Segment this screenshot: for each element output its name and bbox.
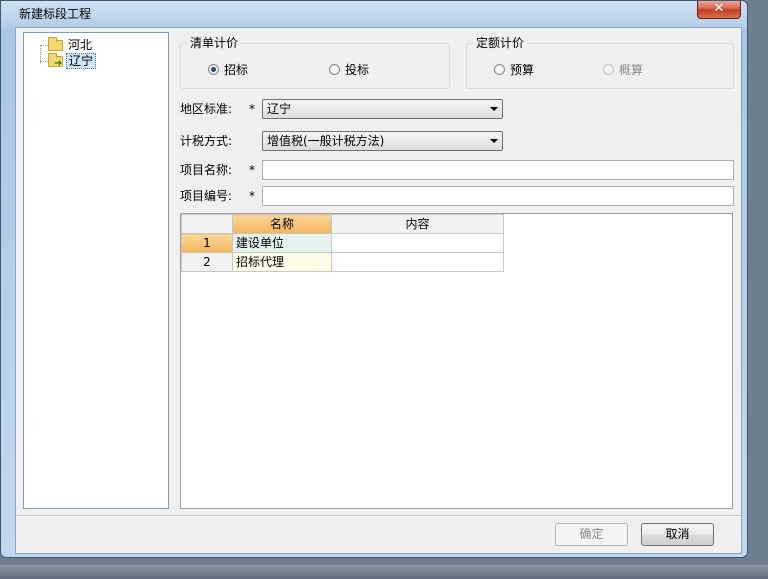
footer-divider bbox=[16, 515, 741, 517]
qingdan-group: 清单计价 招标 投标 bbox=[180, 36, 450, 89]
ok-button[interactable]: 确定 bbox=[555, 523, 628, 546]
project-name-input[interactable] bbox=[262, 160, 734, 180]
column-header-content[interactable]: 内容 bbox=[331, 214, 504, 234]
settings-pane: 清单计价 招标 投标 定额计价 预算 概算 地区标准: * 辽宁 计税方式: 增… bbox=[172, 28, 742, 510]
region-label: 地区标准: bbox=[180, 102, 233, 116]
tree-connector bbox=[40, 45, 48, 46]
radio-label: 预算 bbox=[510, 63, 535, 77]
required-mark: * bbox=[249, 189, 255, 203]
radio-yusuan[interactable]: 预算 bbox=[494, 61, 534, 78]
tree-item-hebei[interactable]: 河北 bbox=[48, 36, 94, 53]
tree-connector bbox=[40, 61, 48, 62]
radio-toubiao[interactable]: 投标 bbox=[329, 61, 369, 78]
tax-method-value: 增值税(一般计税方法) bbox=[267, 134, 385, 148]
required-mark: * bbox=[249, 102, 255, 116]
folder-icon bbox=[48, 36, 63, 51]
title-bar[interactable]: 新建标段工程 ✕ bbox=[1, 1, 747, 27]
dialog-client-area: 河北 ➜ 辽宁 清单计价 招标 投标 定额计价 预算 概算 地区标准: * 辽宁… bbox=[15, 27, 742, 554]
tree-item-label: 辽宁 bbox=[66, 53, 97, 69]
row-number[interactable]: 1 bbox=[181, 233, 233, 253]
dinge-group: 定额计价 预算 概算 bbox=[466, 36, 734, 89]
column-header-name[interactable]: 名称 bbox=[232, 214, 332, 234]
region-select[interactable]: 辽宁 bbox=[262, 99, 503, 119]
project-code-label: 项目编号: bbox=[180, 189, 233, 203]
radio-zhaobiao[interactable]: 招标 bbox=[208, 61, 248, 78]
cell-name[interactable]: 建设单位 bbox=[232, 233, 332, 253]
cell-name[interactable]: 招标代理 bbox=[232, 252, 332, 272]
radio-label: 概算 bbox=[619, 63, 644, 77]
cell-content[interactable] bbox=[331, 252, 504, 272]
region-tree[interactable]: 河北 ➜ 辽宁 bbox=[23, 32, 169, 509]
row-number[interactable]: 2 bbox=[181, 252, 233, 272]
region-select-value: 辽宁 bbox=[267, 102, 292, 116]
radio-checked-icon bbox=[208, 64, 219, 75]
radio-label: 投标 bbox=[345, 63, 370, 77]
radio-gaisuan: 概算 bbox=[603, 61, 643, 78]
chevron-down-icon bbox=[490, 139, 498, 143]
radio-unchecked-icon bbox=[494, 64, 505, 75]
tree-item-label: 河北 bbox=[68, 38, 93, 52]
group-title: 清单计价 bbox=[187, 36, 242, 50]
grid-corner bbox=[181, 214, 233, 234]
info-grid[interactable]: 名称 内容 1 建设单位 2 招标代理 bbox=[180, 213, 733, 509]
dialog-window: 新建标段工程 ✕ 河北 ➜ 辽宁 清单计价 招标 投标 定额计价 预算 概算 地… bbox=[0, 0, 748, 558]
tax-method-select[interactable]: 增值税(一般计税方法) bbox=[262, 131, 503, 151]
radio-label: 招标 bbox=[224, 63, 249, 77]
required-mark: * bbox=[249, 163, 255, 177]
window-title: 新建标段工程 bbox=[19, 7, 92, 21]
close-button[interactable]: ✕ bbox=[697, 1, 741, 19]
desktop-background-strip bbox=[0, 565, 768, 579]
tax-label: 计税方式: bbox=[180, 134, 233, 148]
close-icon: ✕ bbox=[713, 1, 725, 16]
project-name-label: 项目名称: bbox=[180, 163, 233, 177]
chevron-down-icon bbox=[490, 107, 498, 111]
cell-content[interactable] bbox=[331, 233, 504, 253]
table-row: 1 建设单位 bbox=[181, 233, 504, 253]
table-header-row: 名称 内容 bbox=[181, 214, 504, 234]
info-table: 名称 内容 1 建设单位 2 招标代理 bbox=[181, 214, 504, 272]
project-code-input[interactable] bbox=[262, 186, 734, 206]
table-row: 2 招标代理 bbox=[181, 252, 504, 272]
tree-item-liaoning[interactable]: ➜ 辽宁 bbox=[48, 52, 97, 69]
radio-unchecked-icon bbox=[329, 64, 340, 75]
radio-disabled-icon bbox=[603, 64, 614, 75]
group-title: 定额计价 bbox=[473, 36, 528, 50]
cancel-button[interactable]: 取消 bbox=[641, 523, 714, 546]
folder-open-arrow-icon: ➜ bbox=[48, 52, 63, 68]
